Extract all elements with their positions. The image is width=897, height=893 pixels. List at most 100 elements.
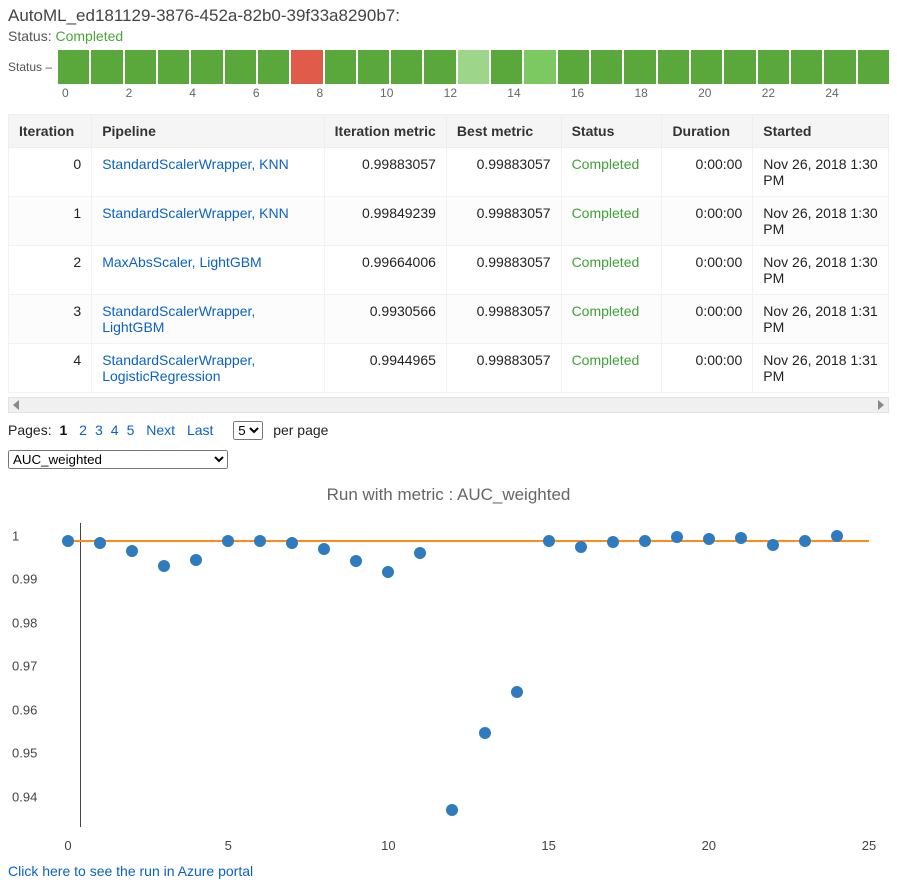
pager-page-link[interactable]: 5 [127,422,135,438]
chart-x-tick: 10 [381,838,395,853]
table-row[interactable]: 2MaxAbsScaler, LightGBM0.996640060.99883… [9,246,889,295]
status-cell[interactable] [58,50,89,84]
chart-data-point[interactable] [479,727,491,739]
pipeline-link[interactable]: StandardScalerWrapper, KNN [102,156,289,172]
status-cell[interactable] [158,50,189,84]
cell-status: Completed [572,254,640,270]
chart-data-point[interactable] [575,541,587,553]
table-row[interactable]: 0StandardScalerWrapper, KNN0.998830570.9… [9,148,889,197]
col-header-iteration[interactable]: Iteration [9,115,92,148]
pipeline-link[interactable]: StandardScalerWrapper, LightGBM [102,303,255,335]
col-header-started[interactable]: Started [753,115,889,148]
cell-iteration: 1 [9,197,92,246]
status-cell[interactable] [424,50,455,84]
chart-data-point[interactable] [607,536,619,548]
status-cell[interactable] [791,50,822,84]
status-tick-label: 20 [698,86,762,100]
pipeline-link[interactable]: StandardScalerWrapper, KNN [102,205,289,221]
cell-status: Completed [572,156,640,172]
cell-duration: 0:00:00 [662,246,753,295]
chart-data-point[interactable] [703,533,715,545]
chart-x-tick: 5 [225,838,232,853]
table-row[interactable]: 3StandardScalerWrapper, LightGBM0.993056… [9,295,889,344]
metric-chart[interactable]: 10.990.980.970.960.950.940510152025 [8,513,889,853]
status-cell[interactable] [658,50,689,84]
col-header-status[interactable]: Status [561,115,662,148]
pager-next[interactable]: Next [146,422,175,438]
chart-data-point[interactable] [222,535,234,547]
chart-data-point[interactable] [126,545,138,557]
cell-duration: 0:00:00 [662,148,753,197]
status-cell[interactable] [491,50,522,84]
pipeline-link[interactable]: MaxAbsScaler, LightGBM [102,254,262,270]
chart-data-point[interactable] [286,537,298,549]
status-cell[interactable] [225,50,256,84]
status-cell[interactable] [758,50,789,84]
chart-data-point[interactable] [671,531,683,543]
azure-portal-link[interactable]: Click here to see the run in Azure porta… [8,863,889,879]
chart-data-point[interactable] [318,543,330,555]
cell-iteration: 2 [9,246,92,295]
status-cell[interactable] [191,50,222,84]
table-row[interactable]: 4StandardScalerWrapper, LogisticRegressi… [9,344,889,393]
status-cell[interactable] [125,50,156,84]
col-header-best-metric[interactable]: Best metric [446,115,561,148]
pager-page-link[interactable]: 3 [95,422,103,438]
status-cell[interactable] [624,50,655,84]
metric-select[interactable]: AUC_weighted [8,450,228,469]
status-cell[interactable] [524,50,555,84]
status-cell[interactable] [724,50,755,84]
col-header-duration[interactable]: Duration [662,115,753,148]
chart-data-point[interactable] [799,535,811,547]
table-row[interactable]: 1StandardScalerWrapper, KNN0.998492390.9… [9,197,889,246]
pager-last[interactable]: Last [187,422,213,438]
status-cell[interactable] [291,50,322,84]
pager-page-link[interactable]: 2 [79,422,87,438]
chart-data-point[interactable] [414,547,426,559]
pipeline-link[interactable]: StandardScalerWrapper, LogisticRegressio… [102,352,255,384]
status-cell[interactable] [824,50,855,84]
per-page-select[interactable]: 5 [233,421,263,440]
status-cell[interactable] [358,50,389,84]
chart-y-tick: 0.97 [12,659,37,674]
chart-title: Run with metric : AUC_weighted [8,485,889,505]
cell-iteration-metric: 0.99883057 [324,148,446,197]
cell-status: Completed [572,352,640,368]
cell-iteration-metric: 0.9944965 [324,344,446,393]
status-cell[interactable] [558,50,589,84]
chart-data-point[interactable] [158,560,170,572]
status-cell[interactable] [458,50,489,84]
chart-data-point[interactable] [382,566,394,578]
chart-data-point[interactable] [446,804,458,816]
chart-data-point[interactable] [94,537,106,549]
chart-data-point[interactable] [767,539,779,551]
status-cell[interactable] [591,50,622,84]
chart-data-point[interactable] [511,686,523,698]
chart-data-point[interactable] [190,554,202,566]
cell-started: Nov 26, 2018 1:31 PM [753,295,889,344]
col-header-iteration-metric[interactable]: Iteration metric [324,115,446,148]
table-horizontal-scrollbar[interactable] [8,397,889,413]
cell-status: Completed [572,205,640,221]
status-cell[interactable] [325,50,356,84]
cell-best-metric: 0.99883057 [446,295,561,344]
chart-data-point[interactable] [62,535,74,547]
cell-iteration: 3 [9,295,92,344]
chart-data-point[interactable] [831,530,843,542]
chart-data-point[interactable] [639,535,651,547]
status-tick-label: 22 [762,86,826,100]
chart-data-point[interactable] [543,535,555,547]
chart-data-point[interactable] [350,555,362,567]
status-tick-label: 6 [253,86,317,100]
status-cell[interactable] [691,50,722,84]
chart-data-point[interactable] [735,532,747,544]
cell-iteration-metric: 0.99664006 [324,246,446,295]
chart-data-point[interactable] [254,535,266,547]
chart-y-tick: 0.94 [12,789,37,804]
status-cell[interactable] [391,50,422,84]
col-header-pipeline[interactable]: Pipeline [92,115,324,148]
status-cell[interactable] [91,50,122,84]
status-cell[interactable] [258,50,289,84]
status-cell[interactable] [858,50,889,84]
pager-page-link[interactable]: 4 [111,422,119,438]
